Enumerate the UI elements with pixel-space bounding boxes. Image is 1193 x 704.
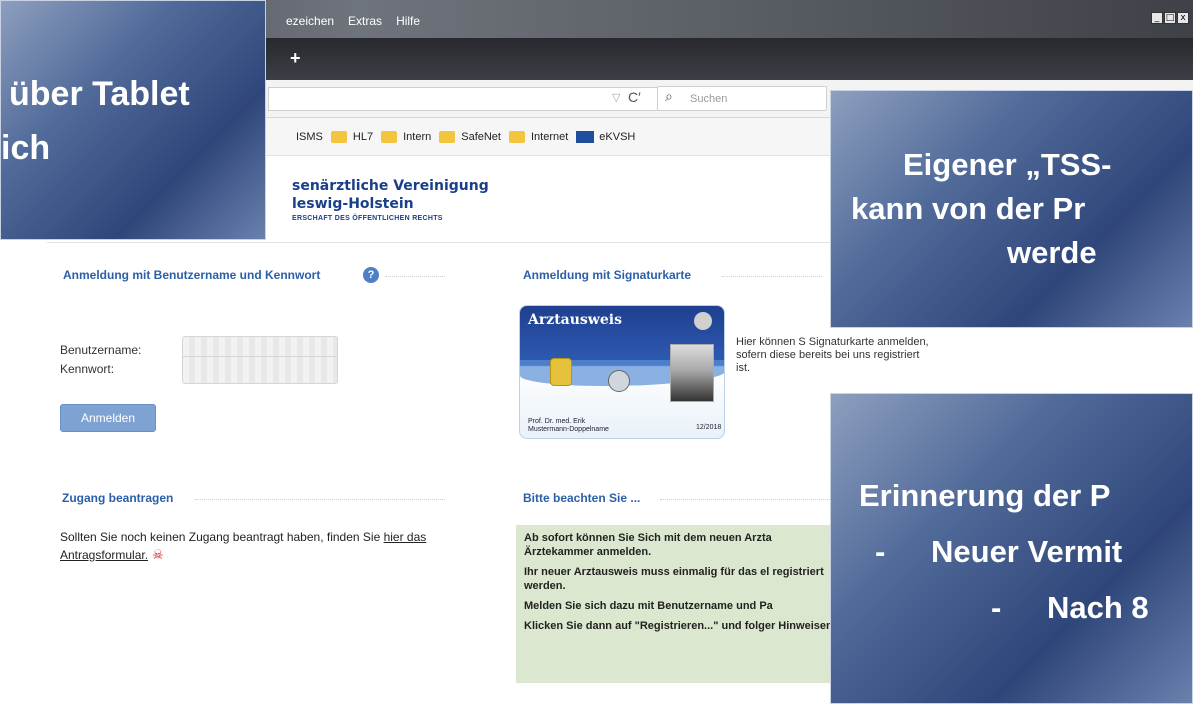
- overlay-text: über Tablet: [9, 75, 190, 113]
- notice-paragraph: Melden Sie sich dazu mit Benutzername un…: [524, 600, 773, 612]
- overlay-tss: Eigener „TSS- kann von der Pr werde: [830, 90, 1193, 328]
- overlay-text: kann von der Pr: [851, 191, 1086, 226]
- pdf-icon[interactable]: ☠: [152, 546, 164, 564]
- heading-rule: [660, 499, 830, 500]
- folder-icon: [508, 131, 525, 143]
- notice-paragraph: Ihr neuer Arztausweis muss einmalig für …: [524, 566, 824, 592]
- username-label: Benutzername:: [60, 343, 142, 357]
- bullet-dash: -: [875, 534, 886, 569]
- heading-rule: [722, 276, 822, 277]
- minimize-icon[interactable]: _: [1151, 12, 1163, 24]
- search-placeholder: Suchen: [690, 93, 728, 105]
- url-bar[interactable]: [268, 87, 660, 111]
- request-text-body: Sollten Sie noch keinen Zugang beantragt…: [60, 530, 384, 544]
- bookmark-label: HL7: [352, 131, 374, 143]
- kvsh-logo-icon: [576, 131, 595, 143]
- search-icon: ⌕: [665, 88, 673, 104]
- password-field[interactable]: [182, 356, 338, 384]
- card-name-line1: Prof. Dr. med. Erik: [528, 418, 586, 425]
- notice-paragraph: Klicken Sie dann auf "Registrieren..." u…: [524, 620, 836, 632]
- notice-box: Ab sofort können Sie Sich mit dem neuen …: [516, 525, 846, 683]
- portrait-photo: [670, 344, 714, 402]
- bookmark-internet[interactable]: Internet: [508, 131, 569, 143]
- search-input[interactable]: [657, 86, 827, 111]
- bookmark-label: eKVSH: [599, 131, 636, 143]
- folder-icon: [381, 131, 398, 143]
- menu-hilfe[interactable]: Hilfe: [396, 14, 420, 28]
- overlay-text: Neuer Vermit: [931, 534, 1123, 569]
- menu-lesezeichen[interactable]: ezeichen: [286, 14, 334, 28]
- overlay-text: Nach 8: [1047, 590, 1149, 625]
- card-holder-name: Prof. Dr. med. Erik Mustermann-Doppelnam…: [528, 418, 609, 434]
- reload-icon[interactable]: C′: [628, 89, 641, 105]
- dropdown-arrow-icon[interactable]: ▽: [612, 91, 620, 104]
- bookmark-ekvsh[interactable]: eKVSH: [576, 131, 635, 143]
- bookmark-safenet[interactable]: SafeNet: [439, 131, 501, 143]
- overlay-text: Eigener „TSS-: [903, 147, 1112, 182]
- header-divider: [47, 242, 947, 243]
- folder-icon: [439, 131, 456, 143]
- folder-icon: [330, 131, 347, 143]
- bookmarks-list: ISMS HL7 Intern SafeNet Internet eKVSH: [296, 131, 643, 143]
- notice-heading: Bitte beachten Sie ...: [523, 491, 641, 505]
- heading-rule: [385, 276, 445, 277]
- menu-extras[interactable]: Extras: [348, 14, 382, 28]
- maximize-icon[interactable]: □: [1164, 12, 1176, 24]
- card-name-line2: Mustermann-Doppelname: [528, 426, 609, 433]
- close-icon[interactable]: x: [1177, 12, 1189, 24]
- org-name-line2: leswig-Holstein: [292, 196, 414, 212]
- overlay-tablet: über Tablet ich: [0, 0, 266, 240]
- bookmark-isms[interactable]: ISMS: [296, 131, 323, 143]
- heading-rule: [195, 499, 445, 500]
- overlay-text: werde: [1007, 235, 1097, 270]
- window-controls: _ □ x: [1151, 12, 1189, 24]
- bookmark-label: Intern: [403, 131, 432, 143]
- card-title: Arztausweis: [528, 312, 622, 328]
- org-name-line1: senärztliche Vereinigung: [292, 178, 489, 194]
- bookmark-label: ISMS: [296, 131, 323, 143]
- signature-heading: Anmeldung mit Signaturkarte: [523, 268, 692, 282]
- overlay-reminder: Erinnerung der P - Neuer Vermit - Nach 8: [830, 393, 1193, 704]
- hologram-icon: [608, 370, 630, 392]
- request-heading: Zugang beantragen: [62, 491, 174, 505]
- bookmark-label: Internet: [530, 131, 569, 143]
- password-label: Kennwort:: [60, 362, 115, 376]
- overlay-bullet: - Neuer Vermit: [875, 534, 1122, 570]
- new-tab-button[interactable]: +: [290, 48, 301, 69]
- notice-paragraph: Ab sofort können Sie Sich mit dem neuen …: [524, 532, 772, 558]
- bookmark-hl7[interactable]: HL7: [330, 131, 374, 143]
- card-date: 12/2018: [696, 424, 722, 431]
- bookmark-intern[interactable]: Intern: [381, 131, 431, 143]
- overlay-text: Erinnerung der P: [859, 478, 1111, 513]
- overlay-bullet: - Nach 8: [991, 590, 1149, 626]
- bullet-dash: -: [991, 590, 1002, 625]
- bookmark-label: SafeNet: [461, 131, 501, 143]
- org-logo-name: senärztliche Vereinigung leswig-Holstein: [292, 177, 489, 213]
- request-text: Sollten Sie noch keinen Zugang beantragt…: [60, 528, 440, 564]
- chip-icon: [550, 358, 572, 386]
- overlay-text: ich: [1, 129, 51, 167]
- help-icon[interactable]: ?: [363, 267, 379, 283]
- login-button[interactable]: Anmelden: [60, 404, 156, 432]
- org-subtitle: ERSCHAFT DES ÖFFENTLICHEN RECHTS: [292, 215, 443, 222]
- emblem-icon: [694, 312, 712, 330]
- doctor-id-card-image: Arztausweis Prof. Dr. med. Erik Musterma…: [519, 305, 725, 439]
- signature-description: Hier können S Signaturkarte anmelden, so…: [736, 336, 929, 374]
- login-heading: Anmeldung mit Benutzername und Kennwort: [63, 268, 321, 282]
- menu-items: ezeichen Extras Hilfe: [286, 14, 420, 28]
